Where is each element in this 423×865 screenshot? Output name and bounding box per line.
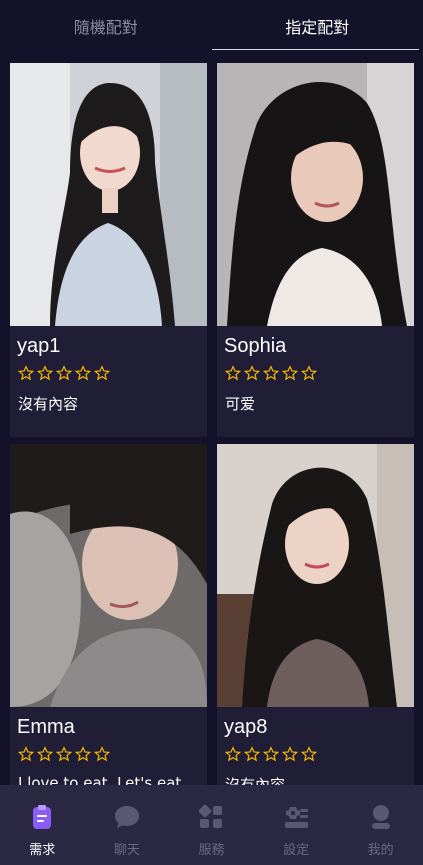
profile-photo (217, 444, 414, 707)
clipboard-icon (33, 805, 52, 829)
nav-label: 服務 (198, 843, 225, 858)
profile-card[interactable]: yap1 沒有內容 (10, 63, 207, 437)
rating-stars (225, 365, 317, 381)
profile-name: yap8 (224, 716, 268, 738)
star-outline-icon (56, 365, 72, 381)
profile-card[interactable]: Emma I love to eat. Let's eat together (10, 444, 207, 785)
nav-item-profile[interactable]: 我的 (338, 785, 423, 865)
star-outline-icon (18, 746, 34, 762)
star-outline-icon (94, 365, 110, 381)
star-outline-icon (263, 746, 279, 762)
star-outline-icon (75, 746, 91, 762)
star-outline-icon (301, 365, 317, 381)
star-outline-icon (225, 365, 241, 381)
profile-card[interactable]: yap8 沒有內容 (217, 444, 414, 785)
profile-grid: yap1 沒有內容 Sophia 可爱 Emma I love to eat. … (10, 63, 414, 785)
grid-icon (199, 804, 223, 828)
nav-item-settings[interactable]: 設定 (254, 785, 339, 865)
user-icon (371, 805, 390, 829)
profile-name: Sophia (224, 335, 287, 357)
nav-label: 需求 (29, 843, 56, 858)
chat-icon (114, 806, 139, 828)
nav-label: 設定 (283, 843, 310, 858)
star-outline-icon (244, 746, 260, 762)
star-outline-icon (225, 746, 241, 762)
rating-stars (18, 365, 110, 381)
star-outline-icon (56, 746, 72, 762)
profile-photo (217, 63, 414, 326)
star-outline-icon (282, 365, 298, 381)
star-outline-icon (37, 365, 53, 381)
profile-description: 沒有內容 (225, 776, 286, 785)
bottom-nav: 需求 聊天 服務 設定 我的 (0, 785, 423, 865)
star-outline-icon (282, 746, 298, 762)
star-outline-icon (94, 746, 110, 762)
profile-photo (10, 444, 207, 707)
star-outline-icon (301, 746, 317, 762)
rating-stars (18, 746, 110, 762)
star-outline-icon (18, 365, 34, 381)
nav-item-services[interactable]: 服務 (169, 785, 254, 865)
nav-item-requirements[interactable]: 需求 (0, 785, 85, 865)
profile-card[interactable]: Sophia 可爱 (217, 63, 414, 437)
rating-stars (225, 746, 317, 762)
tab-bar: 隨機配對 指定配對 (0, 0, 423, 52)
nav-label: 聊天 (113, 843, 140, 858)
tab-specified-match[interactable]: 指定配對 (211, 0, 423, 52)
star-outline-icon (244, 365, 260, 381)
profile-description: 沒有內容 (18, 395, 79, 413)
settings-icon (285, 807, 309, 828)
star-outline-icon (263, 365, 279, 381)
profile-description: 可爱 (225, 395, 256, 413)
nav-label: 我的 (367, 843, 394, 858)
profile-description: I love to eat. Let's eat together (18, 774, 200, 785)
profile-photo (10, 63, 207, 326)
star-outline-icon (75, 365, 91, 381)
nav-item-chat[interactable]: 聊天 (85, 785, 170, 865)
star-outline-icon (37, 746, 53, 762)
profile-name: yap1 (17, 335, 61, 357)
profile-name: Emma (17, 716, 75, 738)
tab-random-match[interactable]: 隨機配對 (0, 0, 212, 52)
